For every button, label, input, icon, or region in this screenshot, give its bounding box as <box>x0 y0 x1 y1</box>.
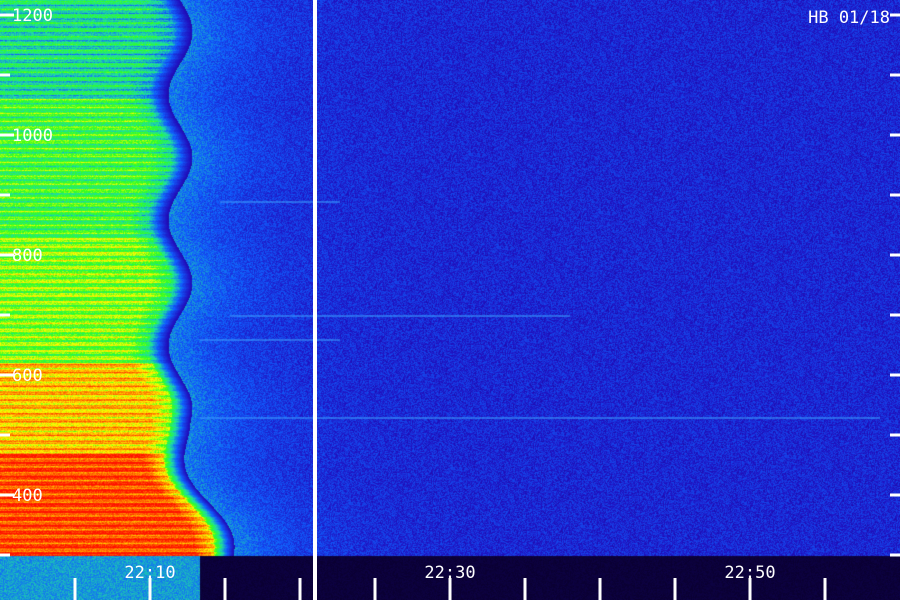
y-tick-label: 1000 <box>12 126 53 146</box>
x-tick <box>373 578 377 600</box>
x-tick <box>673 578 677 600</box>
y-tick-label: 600 <box>12 366 43 386</box>
y-tick-right <box>890 373 900 377</box>
y-tick-right <box>890 313 900 317</box>
x-tick <box>523 578 527 600</box>
y-tick-right <box>890 133 900 137</box>
y-tick-right <box>890 553 900 557</box>
y-tick-label: 800 <box>12 246 43 266</box>
y-tick-left <box>0 553 10 557</box>
time-marker-line <box>313 0 317 600</box>
y-tick-label: 400 <box>12 486 43 506</box>
chart-axes: 400 600 800 1000 1200 22:10 22:30 22:50 HB 01/… <box>0 0 900 600</box>
y-tick-left <box>0 433 10 437</box>
y-tick-left <box>0 313 10 317</box>
x-tick <box>73 578 77 600</box>
y-tick-right <box>890 13 900 17</box>
x-axis-tick-labels: 22:10 22:30 22:50 <box>124 563 775 583</box>
x-tick-label: 22:30 <box>424 563 475 583</box>
y-tick-right <box>890 253 900 257</box>
x-tick <box>823 578 827 600</box>
y-axis-tick-labels: 400 600 800 1000 1200 <box>12 6 53 506</box>
x-tick <box>223 578 227 600</box>
y-tick-right <box>890 193 900 197</box>
chart-title: HB 01/18 <box>808 8 890 28</box>
y-tick-left <box>0 193 10 197</box>
y-tick-label: 1200 <box>12 6 53 26</box>
y-tick-right <box>890 493 900 497</box>
x-tick-label: 22:50 <box>724 563 775 583</box>
y-axis-ticks-left <box>0 13 14 557</box>
y-tick-right <box>890 73 900 77</box>
x-tick <box>598 578 602 600</box>
x-tick <box>298 578 302 600</box>
y-axis-ticks-right <box>890 13 900 557</box>
y-tick-right <box>890 433 900 437</box>
x-tick-label: 22:10 <box>124 563 175 583</box>
dynamic-spectrum-chart: 400 600 800 1000 1200 22:10 22:30 22:50 HB 01/… <box>0 0 900 600</box>
y-tick-left <box>0 73 10 77</box>
